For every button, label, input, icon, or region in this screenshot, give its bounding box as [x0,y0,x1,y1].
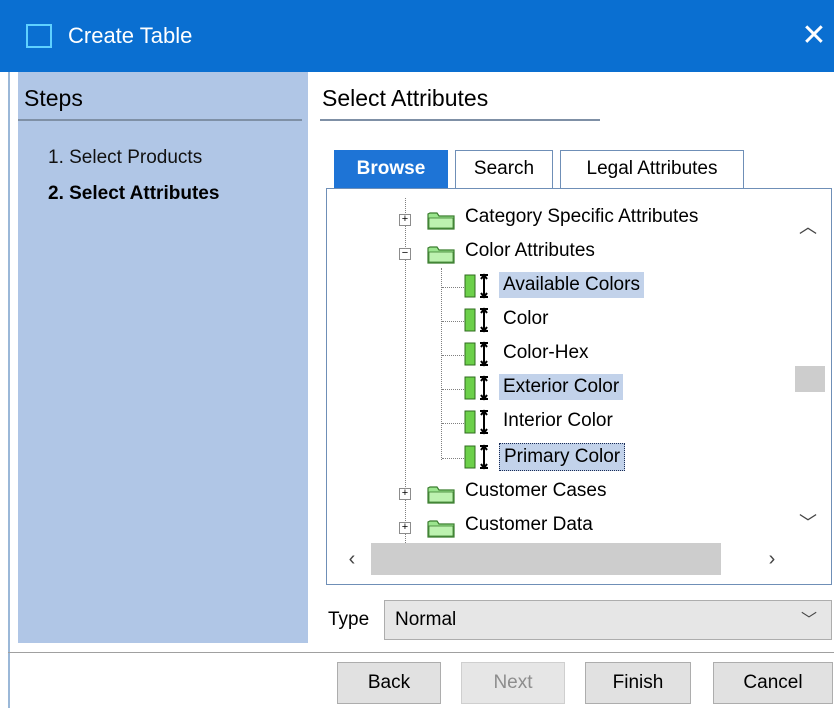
tree-attribute-row[interactable]: Available Colors [337,268,787,302]
tree-folder-row[interactable]: + Customer Data [337,508,787,542]
steps-heading: Steps [24,85,83,111]
collapse-minus-icon[interactable]: − [399,248,411,260]
tree-item-label: Color Attributes [465,240,595,261]
horizontal-scrollbar[interactable]: ‹ › [337,543,787,575]
title-bar: Create Table ✕ [0,0,834,72]
next-button[interactable]: Next [461,662,565,704]
chevron-down-icon: ﹀ [801,612,818,629]
scroll-left-icon[interactable]: ‹ [337,543,367,575]
vertical-scrollbar[interactable]: ︿ ﹀ [787,198,829,543]
tree-attribute-row[interactable]: Color-Hex [337,336,787,370]
tab-browse[interactable]: Browse [334,150,448,188]
tree-item-label: Customer Data [465,514,593,535]
folder-icon [427,486,455,504]
attribute-icon [464,307,488,333]
type-dropdown[interactable]: Normal ﹀ [384,600,832,640]
finish-button[interactable]: Finish [585,662,691,704]
tree-item-label: Color-Hex [503,342,589,363]
tree-item-label: Interior Color [503,410,613,431]
tree-item-label: Primary Color [499,443,626,471]
divider [8,652,834,653]
tree-attribute-row[interactable]: Primary Color [337,439,787,473]
scroll-right-icon[interactable]: › [757,543,787,575]
steps-panel: Steps 1. Select Products 2. Select Attri… [18,72,308,643]
folder-icon [427,212,455,230]
divider [320,119,600,121]
tree-folder-row[interactable]: + Category Specific Attributes [337,200,787,234]
folder-icon [427,246,455,264]
scroll-up-icon[interactable]: ︿ [787,212,829,242]
tree-item-label: Available Colors [499,272,644,298]
tree-folder-row[interactable]: − Color Attributes [337,234,787,268]
step-select-attributes: 2. Select Attributes [48,183,220,204]
type-label: Type [328,609,370,630]
folder-icon [427,520,455,538]
tree-item-label: Exterior Color [499,374,624,400]
type-selected-value: Normal [395,609,457,630]
close-icon[interactable]: ✕ [796,16,832,56]
tree-folder-row[interactable]: + Customer Cases [337,474,787,508]
scrollbar-thumb[interactable] [371,543,721,575]
cancel-button[interactable]: Cancel [713,662,833,704]
tree-attribute-row[interactable]: Color [337,302,787,336]
window-icon [26,24,52,48]
page-title: Select Attributes [322,85,489,111]
tree-item-label: Customer Cases [465,480,607,501]
tab-search[interactable]: Search [455,150,553,188]
tree-item-label: Color [503,308,549,329]
expand-plus-icon[interactable]: + [399,214,411,226]
attribute-icon [464,409,488,435]
attribute-icon [464,444,488,470]
attribute-icon [464,273,488,299]
expand-plus-icon[interactable]: + [399,488,411,500]
tree-attribute-row[interactable]: Exterior Color [337,370,787,404]
attribute-icon [464,375,488,401]
expand-plus-icon[interactable]: + [399,522,411,534]
attribute-icon [464,341,488,367]
scroll-down-icon[interactable]: ﹀ [787,508,829,538]
tree-attribute-row[interactable]: Interior Color [337,404,787,438]
scrollbar-thumb[interactable] [795,366,825,392]
step-select-products: 1. Select Products [48,147,203,168]
tab-legal-attributes[interactable]: Legal Attributes [560,150,744,188]
divider [18,119,302,121]
window-title: Create Table [68,23,193,48]
attribute-tree[interactable]: + Category Specific Attributes − Color A… [337,198,787,543]
tree-item-label: Category Specific Attributes [465,206,699,227]
back-button[interactable]: Back [337,662,441,704]
